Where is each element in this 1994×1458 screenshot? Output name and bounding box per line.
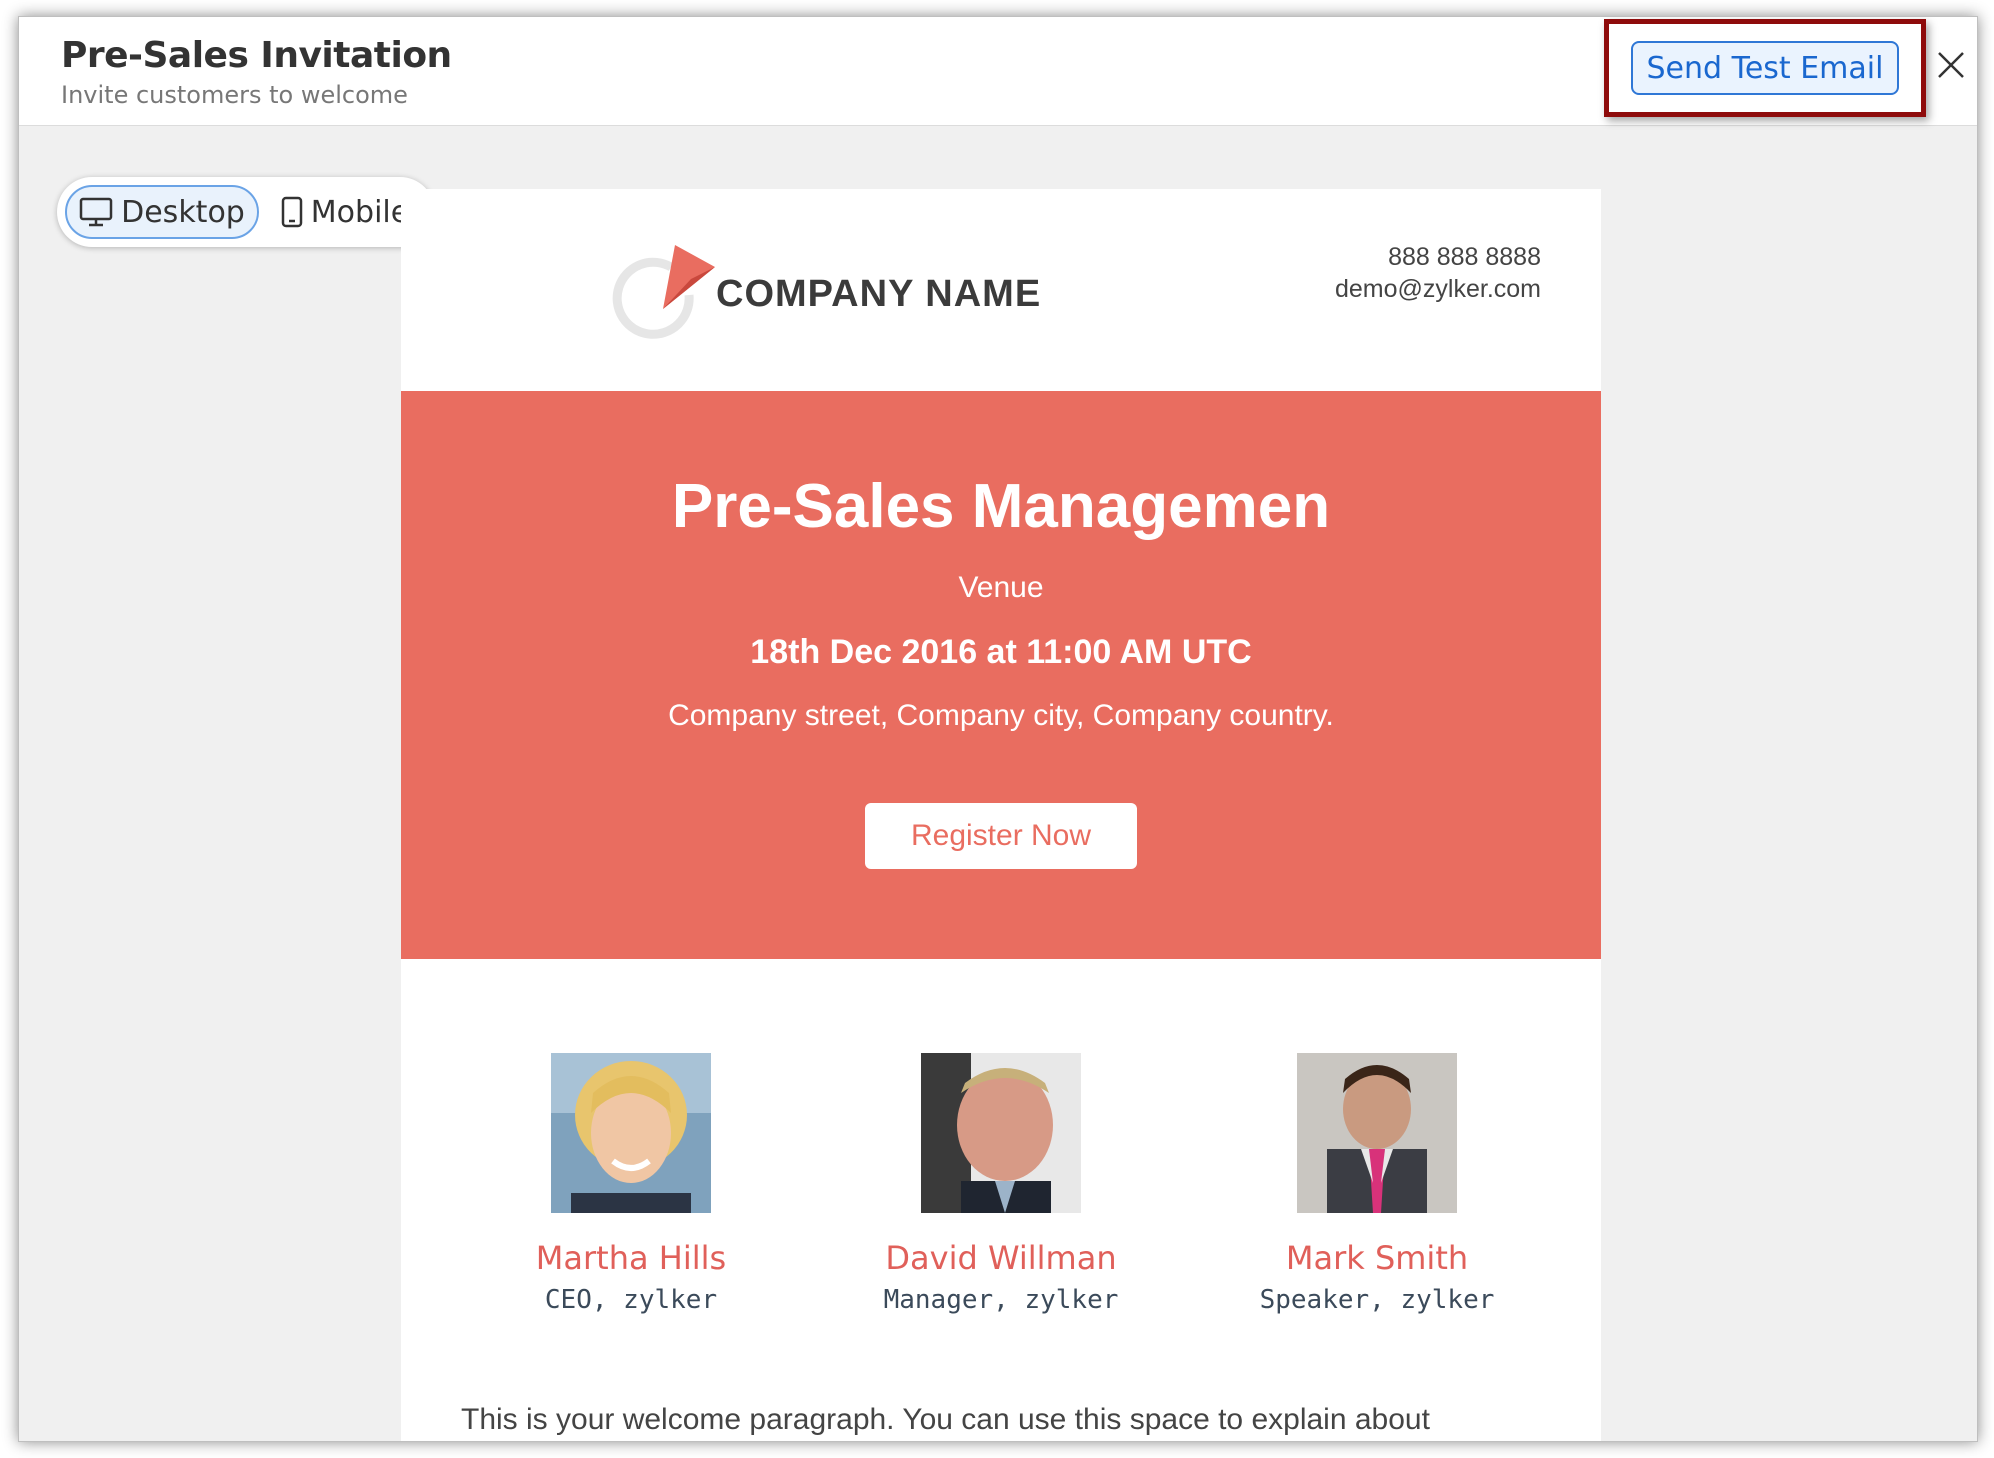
device-view-toggle: Desktop Mobile	[57, 177, 435, 247]
preview-header: Pre-Sales Invitation Invite customers to…	[19, 17, 1977, 126]
event-address: Company street, Company city, Company co…	[668, 699, 1334, 732]
desktop-view-button[interactable]: Desktop	[65, 185, 259, 239]
desktop-label: Desktop	[121, 194, 245, 230]
speaker-name: David Willman	[885, 1239, 1117, 1277]
event-date: 18th Dec 2016 at 11:00 AM UTC	[750, 633, 1252, 671]
mobile-icon	[281, 196, 303, 228]
speaker-role: Speaker, zylker	[1259, 1285, 1495, 1315]
speakers-section: Martha Hills CEO, zylker David Willman M…	[401, 1053, 1601, 1343]
contact-email: demo@zylker.com	[1335, 275, 1541, 303]
speaker-name: Martha Hills	[535, 1239, 727, 1277]
event-hero-banner: Pre-Sales Managemen Venue 18th Dec 2016 …	[401, 391, 1601, 959]
email-preview: COMPANY NAME 888 888 8888 demo@zylker.co…	[401, 189, 1601, 1441]
campaign-preview-window: Pre-Sales Invitation Invite customers to…	[18, 16, 1978, 1442]
speaker-photo	[921, 1053, 1081, 1213]
send-test-email-button[interactable]: Send Test Email	[1631, 41, 1899, 95]
company-name: COMPANY NAME	[716, 273, 1042, 315]
speaker-photo	[551, 1053, 711, 1213]
mobile-label: Mobile	[310, 194, 410, 230]
page-subtitle: Invite customers to welcome	[61, 81, 408, 109]
event-title: Pre-Sales Managemen	[671, 472, 1331, 541]
speaker-role: Manager, zylker	[883, 1285, 1119, 1315]
speaker-card: Mark Smith Speaker, zylker	[1227, 1053, 1527, 1315]
welcome-paragraph: This is your welcome paragraph. You can …	[461, 1403, 1430, 1436]
speaker-name: Mark Smith	[1285, 1239, 1469, 1277]
page-title: Pre-Sales Invitation	[61, 35, 452, 76]
speaker-photo	[1297, 1053, 1457, 1213]
register-now-button[interactable]: Register Now	[865, 803, 1137, 869]
speaker-card: David Willman Manager, zylker	[851, 1053, 1151, 1315]
speaker-role: CEO, zylker	[544, 1285, 718, 1315]
contact-phone: 888 888 8888	[1388, 243, 1541, 271]
desktop-icon	[79, 197, 113, 227]
event-venue: Venue	[958, 571, 1044, 604]
contact-info: 888 888 8888 demo@zylker.com	[1335, 241, 1541, 305]
close-icon[interactable]	[1933, 47, 1969, 83]
speaker-card: Martha Hills CEO, zylker	[481, 1053, 781, 1315]
